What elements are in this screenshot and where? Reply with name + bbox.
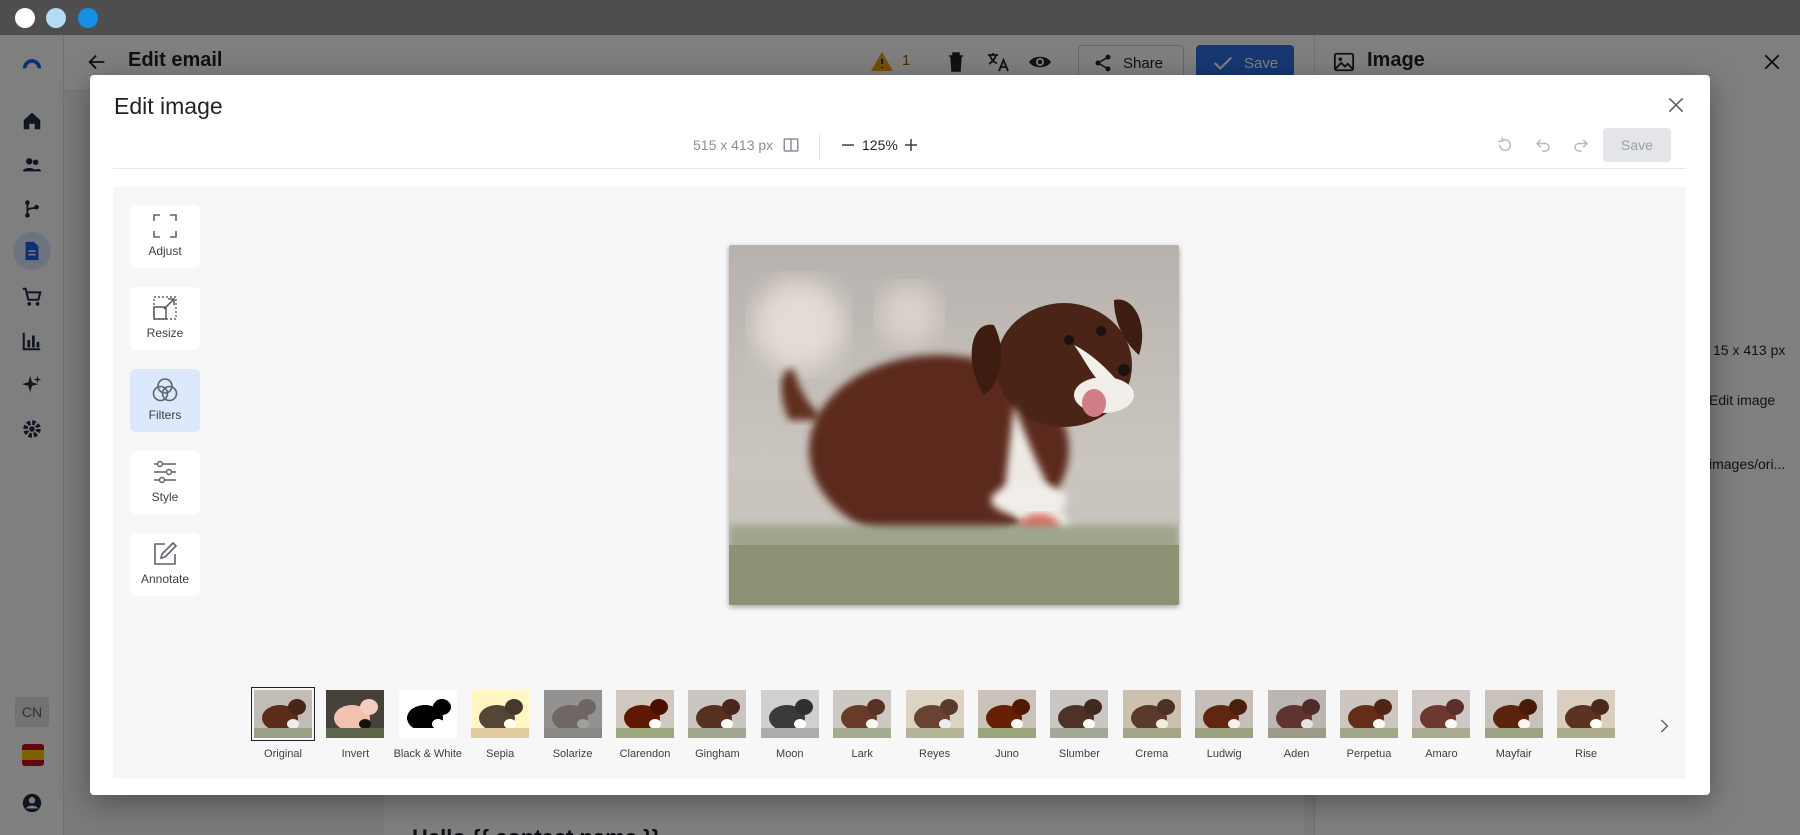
- zoom-in-icon[interactable]: [902, 136, 920, 154]
- filter-option-original[interactable]: Original: [250, 682, 316, 766]
- filter-thumbnail: [471, 690, 530, 738]
- filter-label: Ludwig: [1206, 748, 1242, 760]
- chevron-right-icon[interactable]: [1656, 718, 1672, 734]
- filter-label: Moon: [776, 748, 804, 760]
- filter-option-black-white[interactable]: Black & White: [393, 682, 463, 766]
- filter-option-amaro[interactable]: Amaro: [1408, 682, 1474, 766]
- edit-image-modal: Edit image 515 x 413 px 125% Save Adjust…: [90, 75, 1710, 795]
- filter-thumbnail: [1484, 690, 1543, 738]
- filter-label: Amaro: [1425, 748, 1458, 760]
- filter-thumbnail: [833, 690, 892, 738]
- zoom-level: 125%: [862, 137, 898, 153]
- undo-icon[interactable]: [1534, 136, 1552, 154]
- filter-label: Sepia: [486, 748, 515, 760]
- filter-label: Juno: [995, 748, 1019, 760]
- modal-save-button[interactable]: Save: [1603, 128, 1671, 162]
- filter-option-crema[interactable]: Crema: [1119, 682, 1185, 766]
- filter-thumbnail: [1412, 690, 1471, 738]
- filter-label: Aden: [1283, 748, 1310, 760]
- filter-option-solarize[interactable]: Solarize: [540, 682, 606, 766]
- filter-option-reyes[interactable]: Reyes: [902, 682, 968, 766]
- filter-option-moon[interactable]: Moon: [757, 682, 823, 766]
- filter-label: Solarize: [552, 748, 593, 760]
- filter-label: Rise: [1575, 748, 1598, 760]
- filter-thumbnail: [978, 690, 1036, 738]
- filter-label: Slumber: [1058, 748, 1100, 760]
- filter-label: Reyes: [919, 748, 951, 760]
- filter-label: Mayfair: [1495, 748, 1532, 760]
- tool-style-label: Style: [151, 490, 179, 504]
- filter-thumbnail: [688, 690, 747, 738]
- filter-thumbnail: [616, 690, 674, 738]
- toolbar-divider: [819, 133, 820, 159]
- filter-option-invert[interactable]: Invert: [322, 682, 388, 766]
- tool-resize[interactable]: Resize: [130, 287, 200, 350]
- zoom-out-icon[interactable]: [839, 136, 857, 154]
- tool-annotate-label: Annotate: [140, 572, 190, 586]
- filter-thumbnail: [1195, 690, 1254, 738]
- filter-thumbnail: [1122, 690, 1181, 738]
- filter-thumbnail: [251, 687, 315, 741]
- filter-option-slumber[interactable]: Slumber: [1046, 682, 1112, 766]
- tool-annotate[interactable]: Annotate: [130, 533, 200, 596]
- filter-option-juno[interactable]: Juno: [974, 682, 1040, 766]
- filter-thumbnail: [1050, 690, 1109, 738]
- filters-icon: [152, 378, 178, 402]
- filter-thumbnail: [543, 690, 602, 738]
- filter-label: Clarendon: [619, 748, 671, 760]
- resize-icon: [153, 296, 177, 320]
- tool-adjust[interactable]: Adjust: [130, 205, 200, 268]
- puppy-photo: [729, 245, 1179, 605]
- redo-icon[interactable]: [1572, 136, 1590, 154]
- os-title-bar: [0, 0, 1800, 35]
- filter-option-perpetua[interactable]: Perpetua: [1336, 682, 1402, 766]
- editor-workspace: Adjust Resize Filters Style Annotate Ori…: [113, 187, 1686, 779]
- image-dimensions: 515 x 413 px: [693, 137, 774, 153]
- filter-option-aden[interactable]: Aden: [1264, 682, 1330, 766]
- image-editor-toolbar: 515 x 413 px 125% Save: [113, 125, 1686, 169]
- compare-icon[interactable]: [782, 136, 800, 154]
- tool-filters-label: Filters: [148, 408, 182, 422]
- filter-label: Lark: [851, 748, 873, 760]
- filter-thumbnail: [1267, 690, 1326, 738]
- filter-option-rise[interactable]: Rise: [1553, 682, 1619, 766]
- filter-thumbnail: [760, 690, 819, 738]
- filter-option-sepia[interactable]: Sepia: [467, 682, 533, 766]
- tool-resize-label: Resize: [146, 326, 184, 340]
- annotate-icon: [154, 541, 178, 565]
- filter-option-gingham[interactable]: Gingham: [684, 682, 750, 766]
- filter-label: Black & White: [393, 748, 463, 760]
- filter-thumbnail: [905, 690, 964, 738]
- filter-strip: Original Invert Black & White Sepia Solarize…: [250, 682, 1678, 772]
- tool-adjust-label: Adjust: [148, 244, 182, 258]
- window-maximize-dot[interactable]: [78, 8, 98, 28]
- filter-thumbnail: [1340, 690, 1398, 738]
- adjust-icon: [153, 214, 177, 238]
- filter-label: Gingham: [695, 748, 740, 760]
- filter-label: Invert: [341, 748, 370, 760]
- tool-style[interactable]: Style: [130, 451, 200, 514]
- style-icon: [154, 460, 176, 484]
- filter-option-lark[interactable]: Lark: [829, 682, 895, 766]
- filter-thumbnail: [1557, 690, 1616, 738]
- filter-label: Perpetua: [1346, 748, 1392, 760]
- reset-icon[interactable]: [1496, 136, 1514, 154]
- tool-filters[interactable]: Filters: [130, 369, 200, 432]
- filter-option-mayfair[interactable]: Mayfair: [1481, 682, 1547, 766]
- filter-label: Crema: [1135, 748, 1169, 760]
- filter-thumbnail: [398, 690, 457, 738]
- filter-option-ludwig[interactable]: Ludwig: [1191, 682, 1257, 766]
- filter-thumbnail: [326, 690, 385, 738]
- modal-title: Edit image: [114, 93, 223, 119]
- filter-label: Original: [264, 748, 302, 760]
- modal-close-icon[interactable]: [1666, 95, 1686, 115]
- window-minimize-dot[interactable]: [46, 8, 66, 28]
- filter-option-clarendon[interactable]: Clarendon: [612, 682, 678, 766]
- window-close-dot[interactable]: [15, 8, 35, 28]
